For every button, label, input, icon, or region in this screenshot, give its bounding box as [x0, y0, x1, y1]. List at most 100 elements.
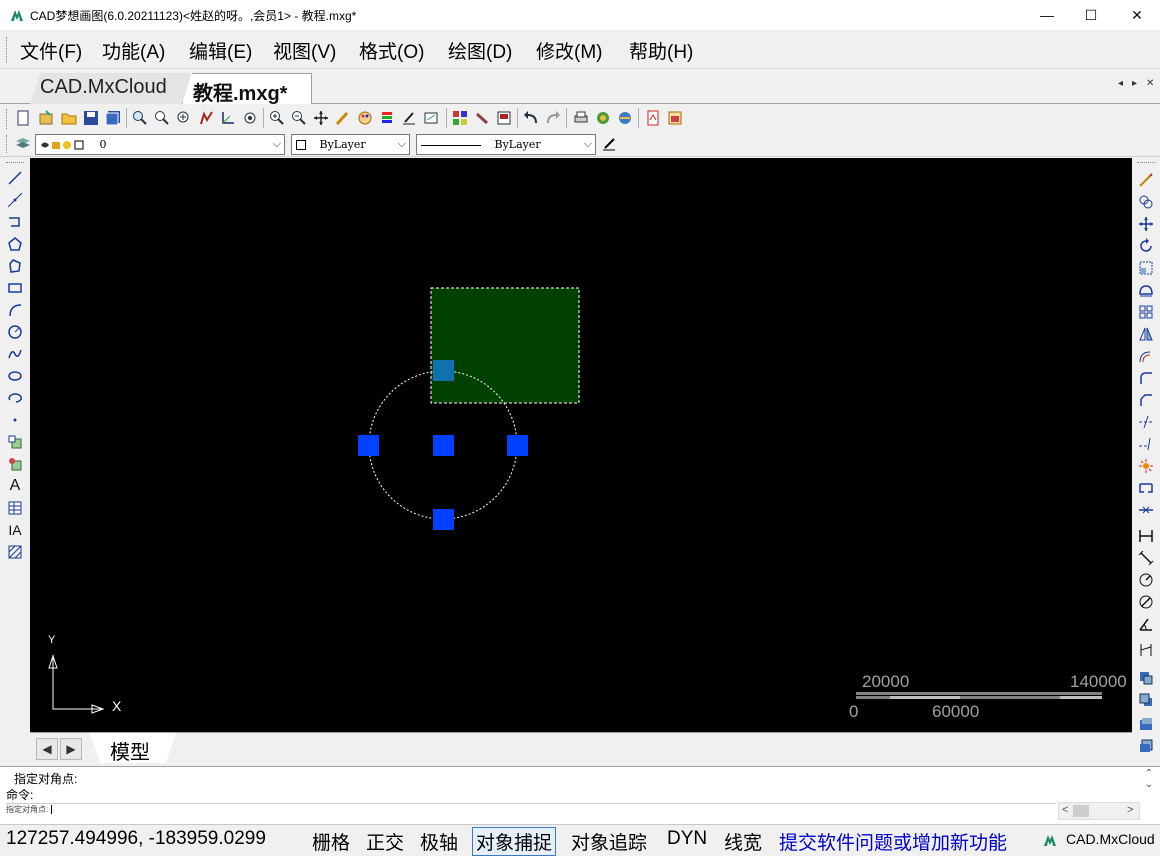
dim-angle-icon[interactable] — [1136, 614, 1156, 634]
dim-linear-icon[interactable] — [1136, 526, 1156, 546]
maximize-button[interactable]: ☐ — [1068, 0, 1114, 30]
export-icon[interactable] — [666, 109, 684, 127]
palette-icon[interactable] — [356, 109, 374, 127]
hatch-icon[interactable] — [5, 542, 25, 562]
menu-view[interactable]: 视图(V) — [273, 37, 336, 64]
polygon-icon[interactable] — [5, 234, 25, 254]
move-view-icon[interactable] — [312, 109, 330, 127]
mirror-icon[interactable] — [1136, 324, 1156, 344]
tab-model[interactable]: 模型 — [90, 733, 176, 763]
join-icon[interactable] — [1136, 500, 1156, 520]
match-properties-icon[interactable] — [400, 109, 418, 127]
command-vertical-scrollbar[interactable]: ⌃ ⌄ — [1140, 768, 1158, 802]
grip-quadrant-bottom[interactable] — [433, 509, 454, 530]
array-icon[interactable] — [451, 109, 469, 127]
arc-icon[interactable] — [5, 300, 25, 320]
color-select[interactable]: ByLayer ⌵ — [291, 134, 410, 155]
menu-help[interactable]: 帮助(H) — [629, 37, 693, 64]
explode-icon[interactable] — [1136, 456, 1156, 476]
open-folder-icon[interactable] — [60, 109, 78, 127]
grip-quadrant-top[interactable] — [433, 360, 454, 381]
ellipse-icon[interactable] — [5, 366, 25, 386]
spline-icon[interactable] — [5, 344, 25, 364]
lineweight-icon[interactable] — [600, 135, 618, 153]
tab-prev-icon[interactable]: ◂ — [1118, 78, 1123, 89]
redo-icon[interactable] — [544, 109, 562, 127]
make-block-icon[interactable] — [5, 454, 25, 474]
selected-rectangle[interactable] — [430, 287, 580, 404]
toggle-object-snap[interactable]: 对象捕捉 — [472, 827, 557, 856]
tab-tutorial-file[interactable]: 教程.mxg* — [182, 73, 312, 104]
grip-quadrant-left[interactable] — [358, 435, 379, 456]
pencil-icon[interactable] — [1136, 170, 1156, 190]
feedback-link[interactable]: 提交软件问题或增加新功能 — [779, 828, 1007, 855]
extend-icon[interactable] — [1136, 434, 1156, 454]
toggle-object-track[interactable]: 对象追踪 — [571, 828, 647, 855]
minimize-button[interactable]: — — [1024, 0, 1070, 30]
pdf-icon[interactable] — [644, 109, 662, 127]
save-icon[interactable] — [82, 109, 100, 127]
tab-close-icon[interactable]: ✕ — [1146, 78, 1154, 89]
tab-next-icon[interactable]: ▸ — [1132, 78, 1137, 89]
pan-icon[interactable] — [197, 109, 215, 127]
zoom-extents-icon[interactable] — [175, 109, 193, 127]
menu-modify[interactable]: 修改(M) — [536, 37, 602, 64]
xline-icon[interactable] — [5, 190, 25, 210]
menu-edit[interactable]: 编辑(E) — [189, 37, 252, 64]
toggle-grid[interactable]: 栅格 — [312, 828, 350, 855]
rectangle-props-icon[interactable] — [422, 109, 440, 127]
zoom-realtime-icon[interactable] — [153, 109, 171, 127]
layout-prev-button[interactable]: ◀ — [36, 738, 58, 760]
zoom-in-icon[interactable] — [268, 109, 286, 127]
rotated-poly-icon[interactable] — [5, 256, 25, 276]
render-icon[interactable] — [594, 109, 612, 127]
grip-center[interactable] — [433, 435, 454, 456]
line-icon[interactable] — [5, 168, 25, 188]
toggle-ortho[interactable]: 正交 — [366, 828, 404, 855]
layout-next-button[interactable]: ▶ — [60, 738, 82, 760]
point-icon[interactable] — [5, 410, 25, 430]
trim-icon[interactable] — [1136, 412, 1156, 432]
layers-color-icon[interactable] — [378, 109, 396, 127]
menu-function[interactable]: 功能(A) — [102, 37, 165, 64]
tab-cad-mxcloud[interactable]: CAD.MxCloud — [30, 73, 190, 104]
menu-draw[interactable]: 绘图(D) — [448, 37, 512, 64]
linetype-select[interactable]: ByLayer ⌵ — [416, 134, 596, 155]
dim-aligned-icon[interactable] — [1136, 548, 1156, 568]
ucs-icon[interactable] — [219, 109, 237, 127]
layer-manager-icon[interactable] — [14, 135, 32, 153]
dim-continue-icon[interactable] — [1136, 640, 1156, 660]
zoom-out-icon[interactable] — [290, 109, 308, 127]
dim-radius-icon[interactable] — [1136, 570, 1156, 590]
array-grid-icon[interactable] — [1136, 302, 1156, 322]
polyline-icon[interactable] — [5, 212, 25, 232]
insert-block-icon[interactable] — [5, 432, 25, 452]
brush-icon[interactable] — [334, 109, 352, 127]
close-button[interactable]: ✕ — [1114, 0, 1160, 30]
globe-icon[interactable] — [616, 109, 634, 127]
text-icon[interactable]: A — [5, 476, 25, 496]
move-icon[interactable] — [1136, 214, 1156, 234]
toggle-lineweight[interactable]: 线宽 — [724, 828, 762, 855]
scale-icon[interactable] — [1136, 258, 1156, 278]
menu-format[interactable]: 格式(O) — [359, 37, 424, 64]
drawing-canvas[interactable]: Y X 20000 140000 0 60000 — [30, 158, 1132, 732]
dim-diameter-icon[interactable] — [1136, 592, 1156, 612]
circle-icon[interactable] — [5, 322, 25, 342]
command-horizontal-scrollbar[interactable]: < > — [1058, 802, 1140, 820]
chamfer-icon[interactable] — [1136, 390, 1156, 410]
new-file-icon[interactable] — [14, 109, 32, 127]
toggle-dyn[interactable]: DYN — [667, 828, 707, 850]
toggle-polar[interactable]: 极轴 — [420, 828, 458, 855]
eraser-icon[interactable] — [473, 109, 491, 127]
bring-front-icon[interactable] — [1136, 714, 1156, 734]
table-icon[interactable] — [5, 498, 25, 518]
offset-icon[interactable] — [1136, 346, 1156, 366]
copy-icon[interactable] — [1136, 192, 1156, 212]
scroll-right-icon[interactable]: > — [1127, 804, 1133, 816]
zoom-previous-icon[interactable] — [241, 109, 259, 127]
brand-name[interactable]: CAD.MxCloud — [1066, 831, 1155, 847]
image-icon[interactable] — [495, 109, 513, 127]
rotate-icon[interactable] — [1136, 236, 1156, 256]
layer-select[interactable]: 0 ⌵ — [35, 134, 285, 155]
